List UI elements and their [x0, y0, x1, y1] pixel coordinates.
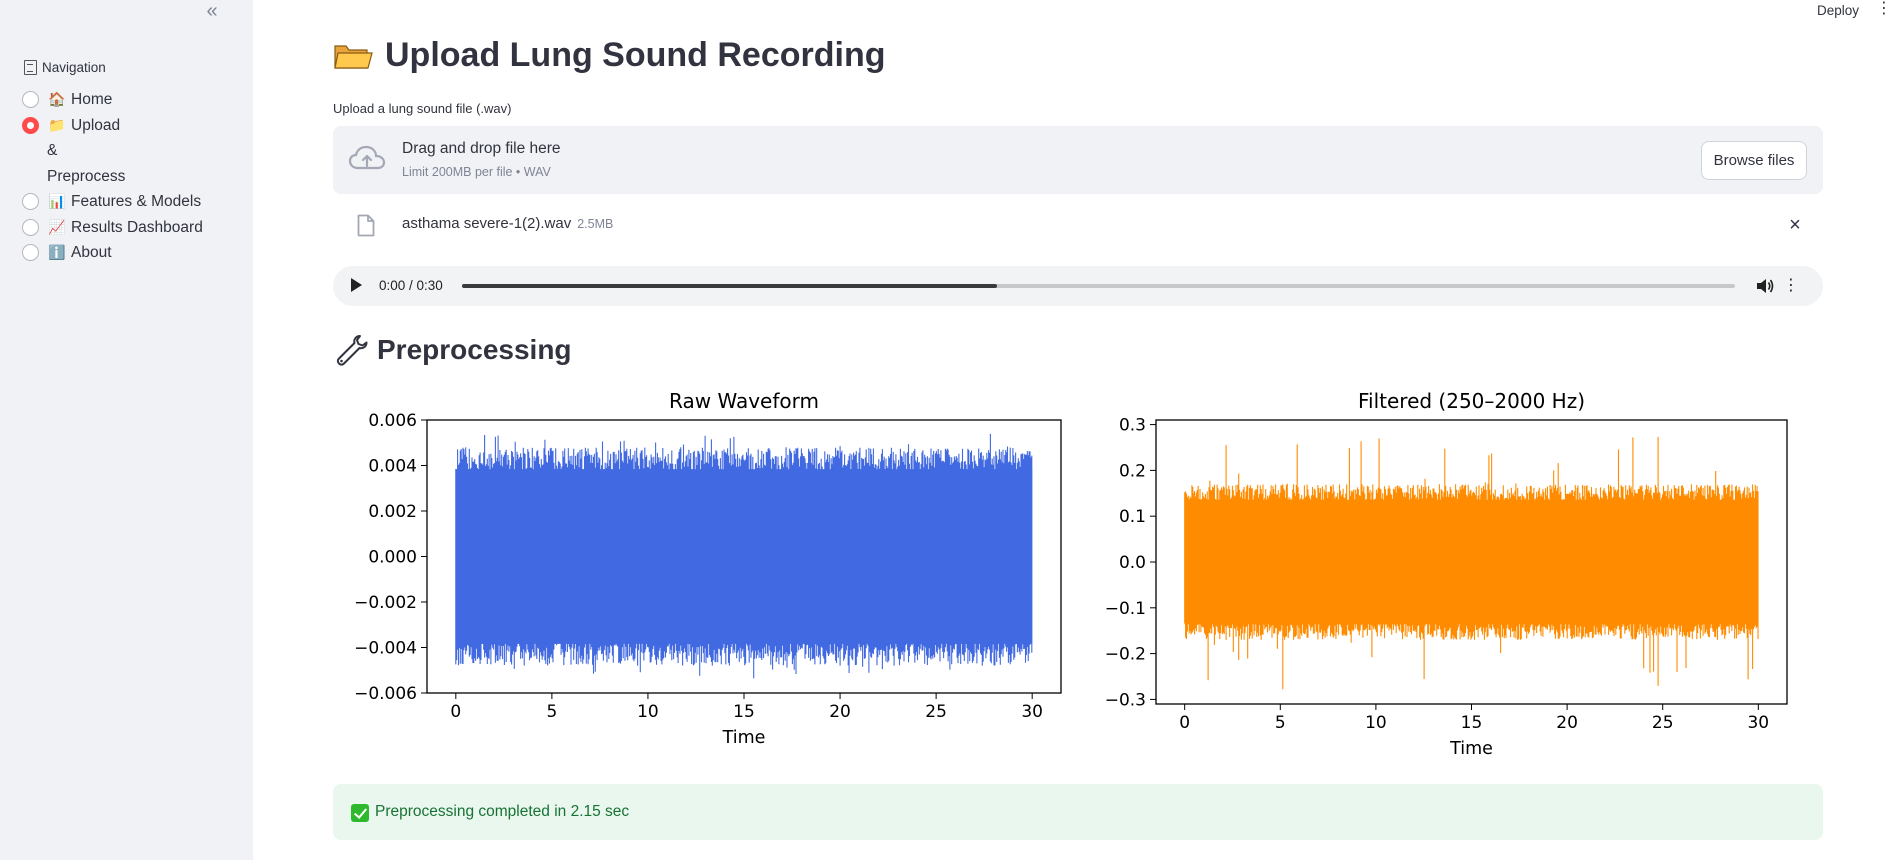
nav-item-text: 📈 Results Dashboard	[47, 215, 217, 241]
x-tick-label: 10	[1365, 713, 1387, 733]
sidebar: « Navigation 🏠 Home 📁 Upload & Preprocess 📊 F…	[0, 0, 253, 860]
radio-button[interactable]	[22, 218, 39, 236]
x-tick-label: 25	[925, 702, 947, 722]
raw-waveform-chart: Raw Waveform 0 5 10 15 20 25 30 0.006 0.004 0.002 0…	[345, 388, 1073, 748]
uploaded-file-name: asthama severe-1(2).wav 2.5MB	[402, 215, 613, 232]
radio-button[interactable]	[22, 91, 39, 108]
nav-item-label: Home	[71, 91, 113, 108]
page-icon	[24, 60, 37, 75]
play-icon[interactable]	[351, 278, 362, 292]
x-tick-label: 5	[1275, 713, 1286, 733]
y-tick-label: −0.2	[1105, 645, 1146, 665]
x-tick-label: 0	[1179, 713, 1190, 733]
radio-button[interactable]	[22, 244, 39, 261]
success-message: Preprocessing completed in 2.15 sec	[375, 803, 630, 820]
nav-item-emoji-icon: 🏠	[48, 91, 66, 107]
x-tick-label: 10	[637, 702, 659, 722]
nav-radio-home[interactable]: 🏠 Home	[22, 87, 242, 113]
page-title-text: Upload Lung Sound Recording	[385, 36, 886, 74]
chart-title: Raw Waveform	[669, 389, 819, 413]
audio-options-kebab-icon[interactable]: ⋮	[1783, 276, 1799, 296]
nav-radio-features-models[interactable]: 📊 Features & Models	[22, 189, 242, 215]
page-title: Upload Lung Sound Recording	[333, 36, 886, 75]
collapse-sidebar-icon[interactable]: «	[200, 0, 224, 24]
radio-button[interactable]	[22, 193, 39, 210]
y-tick-label: 0.3	[1119, 416, 1146, 436]
audio-buffered-fill	[462, 284, 997, 288]
y-tick-label: −0.006	[354, 684, 417, 704]
browse-files-button[interactable]: Browse files	[1701, 141, 1807, 180]
uploader-label: Upload a lung sound file (.wav)	[333, 101, 512, 116]
wrench-icon	[336, 335, 368, 366]
x-tick-label: 30	[1021, 702, 1043, 722]
y-tick-label: −0.004	[354, 639, 417, 659]
y-tick-label: −0.3	[1105, 690, 1146, 710]
y-tick-label: 0.2	[1119, 461, 1146, 481]
main-menu-kebab-icon[interactable]: ⋮	[1876, 0, 1892, 20]
volume-icon[interactable]	[1755, 277, 1775, 295]
chart-title: Filtered (250–2000 Hz)	[1358, 389, 1585, 413]
nav-item-label: About	[71, 244, 112, 261]
x-tick-label: 20	[829, 702, 851, 722]
nav-item-emoji-icon: 📈	[48, 218, 66, 235]
nav-item-emoji-icon: 📊	[48, 193, 66, 209]
x-tick-label: 30	[1747, 713, 1769, 733]
x-tick-label: 25	[1652, 713, 1674, 733]
y-tick-label: 0.004	[368, 457, 417, 477]
check-mark-icon	[351, 804, 369, 822]
y-tick-label: 0.002	[368, 502, 417, 522]
nav-radio-upload-preprocess[interactable]: 📁 Upload & Preprocess	[22, 113, 242, 190]
open-folder-icon	[334, 44, 373, 69]
nav-radio-group: 🏠 Home 📁 Upload & Preprocess 📊 Features & Mod…	[22, 87, 242, 266]
audio-player: 0:00 / 0:30 ⋮	[333, 266, 1823, 306]
file-dropzone[interactable]: Drag and drop file here Limit 200MB per …	[333, 126, 1823, 194]
section-title-text: Preprocessing	[377, 334, 572, 365]
nav-radio-results-dashboard[interactable]: 📈 Results Dashboard	[22, 215, 242, 241]
nav-item-label: Results Dashboard	[71, 218, 203, 236]
x-tick-label: 15	[1461, 713, 1483, 733]
nav-item-label: Features & Models	[71, 193, 202, 210]
x-axis-label: Time	[722, 728, 766, 748]
remove-file-close-icon[interactable]: ×	[1783, 213, 1807, 237]
y-tick-label: 0.006	[368, 411, 417, 431]
chart-svg: Filtered (250–2000 Hz) 0 5 10 15 20 25 30 0.3 0.2…	[1105, 389, 1788, 759]
navigation-title: Navigation	[42, 60, 106, 75]
y-tick-label: 0.000	[368, 548, 417, 568]
radio-button[interactable]	[22, 116, 39, 134]
y-tick-label: 0.0	[1119, 553, 1146, 573]
x-axis-label: Time	[1449, 739, 1493, 759]
waveform-body	[455, 469, 1033, 644]
waveform-body	[1184, 499, 1759, 625]
file-icon	[357, 214, 375, 237]
filtered-waveform-chart: Filtered (250–2000 Hz) 0 5 10 15 20 25 30 0.3 0.2…	[1073, 388, 1813, 760]
success-alert: Preprocessing completed in 2.15 sec	[333, 784, 1823, 840]
cloud-upload-icon	[348, 145, 386, 170]
nav-item-emoji-icon: 📁	[48, 116, 66, 133]
uploaded-file-row: asthama severe-1(2).wav 2.5MB ×	[333, 205, 1823, 245]
nav-item-text: 📊 Features & Models	[47, 189, 217, 215]
nav-item-text: 📁 Upload & Preprocess	[47, 113, 127, 190]
y-tick-label: −0.002	[354, 593, 417, 613]
nav-item-text: ℹ️ About	[47, 240, 217, 266]
x-tick-label: 5	[546, 702, 557, 722]
y-tick-label: −0.1	[1105, 599, 1146, 619]
nav-radio-about[interactable]: ℹ️ About	[22, 240, 242, 266]
chart-svg: Raw Waveform 0 5 10 15 20 25 30 0.006 0.004 0.002 0…	[354, 389, 1062, 748]
dropzone-title: Drag and drop file here	[402, 140, 561, 157]
x-tick-label: 20	[1556, 713, 1578, 733]
nav-item-emoji-icon: ℹ️	[48, 244, 66, 260]
audio-time: 0:00 / 0:30	[379, 278, 443, 293]
x-tick-label: 15	[733, 702, 755, 722]
nav-item-text: 🏠 Home	[47, 87, 217, 113]
file-size: 2.5MB	[577, 217, 614, 231]
dropzone-limit-text: Limit 200MB per file • WAV	[402, 165, 551, 179]
y-tick-label: 0.1	[1119, 507, 1146, 527]
app-root: « Navigation 🏠 Home 📁 Upload & Preprocess 📊 F…	[0, 0, 1892, 860]
deploy-button[interactable]: Deploy	[1817, 3, 1859, 18]
file-name-text: asthama severe-1(2).wav	[402, 215, 572, 232]
x-tick-label: 0	[450, 702, 461, 722]
preprocessing-heading: Preprocessing	[333, 332, 572, 368]
navigation-header: Navigation	[24, 60, 106, 75]
audio-seek-slider[interactable]	[462, 284, 1735, 288]
